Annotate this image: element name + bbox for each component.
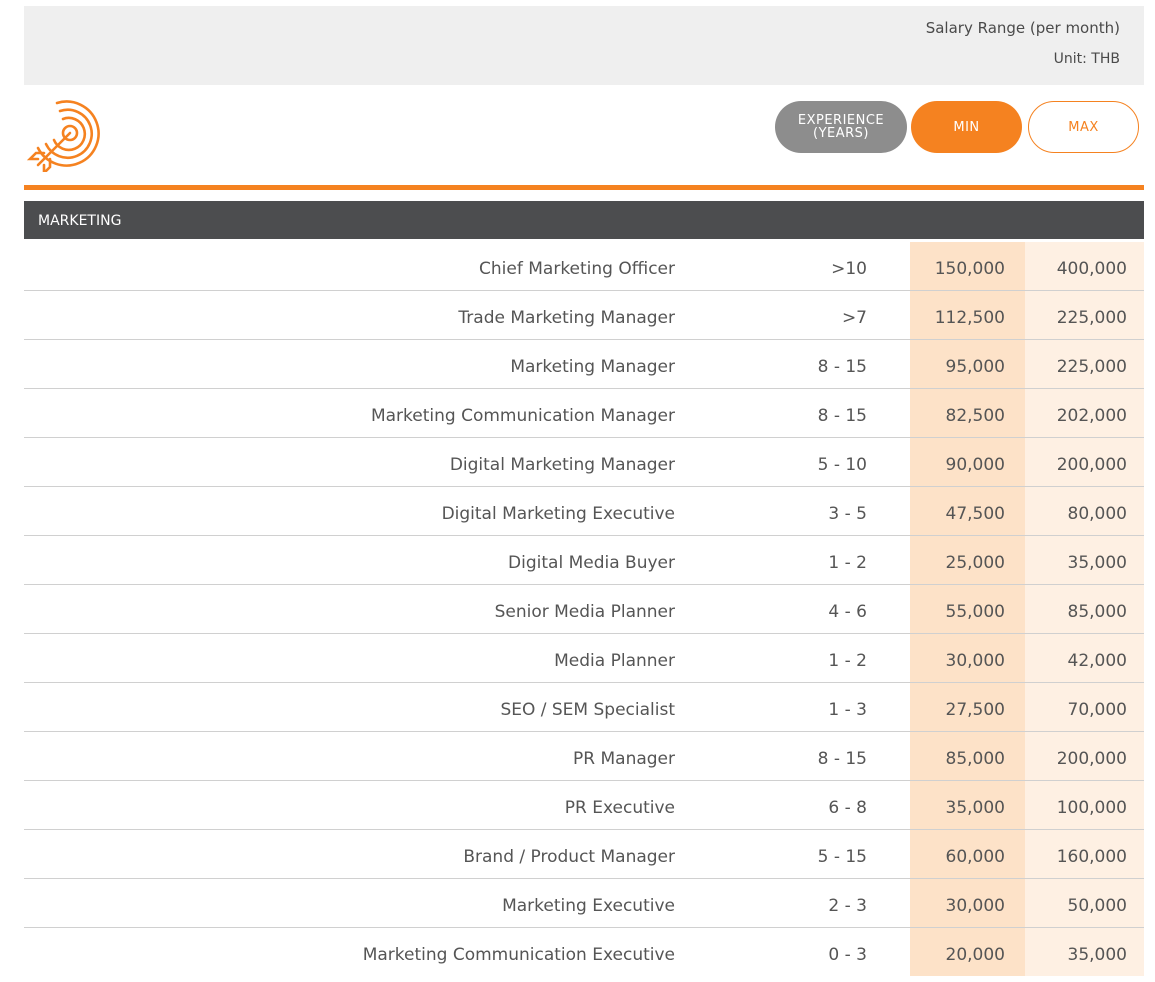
max-salary: 400,000 bbox=[1025, 242, 1144, 290]
job-title: PR Executive bbox=[564, 798, 675, 818]
experience-value: 0 - 3 bbox=[828, 945, 867, 965]
table-row: Digital Marketing Executive 3 - 5 47,500 80… bbox=[24, 487, 1144, 536]
max-salary: 200,000 bbox=[1025, 732, 1144, 780]
max-salary: 225,000 bbox=[1025, 291, 1144, 339]
experience-value: 1 - 2 bbox=[828, 553, 867, 573]
job-title: Media Planner bbox=[554, 651, 675, 671]
min-salary: 20,000 bbox=[910, 928, 1025, 976]
experience-legend-line2: (YEARS) bbox=[813, 126, 869, 141]
divider bbox=[24, 185, 1144, 190]
min-salary: 82,500 bbox=[910, 389, 1025, 437]
table-row: Chief Marketing Officer >10 150,000 400,000 bbox=[24, 242, 1144, 291]
min-salary: 112,500 bbox=[910, 291, 1025, 339]
job-title: Chief Marketing Officer bbox=[479, 259, 675, 279]
experience-value: 8 - 15 bbox=[817, 357, 867, 377]
job-title: Marketing Communication Executive bbox=[362, 945, 675, 965]
experience-value: 6 - 8 bbox=[828, 798, 867, 818]
max-salary: 70,000 bbox=[1025, 683, 1144, 731]
table-row: PR Executive 6 - 8 35,000 100,000 bbox=[24, 781, 1144, 830]
max-salary: 35,000 bbox=[1025, 928, 1144, 976]
max-salary: 35,000 bbox=[1025, 536, 1144, 584]
min-salary: 47,500 bbox=[910, 487, 1025, 535]
min-salary: 150,000 bbox=[910, 242, 1025, 290]
min-salary: 95,000 bbox=[910, 340, 1025, 388]
min-salary: 30,000 bbox=[910, 879, 1025, 927]
table-row: Brand / Product Manager 5 - 15 60,000 160,0… bbox=[24, 830, 1144, 879]
max-legend: MAX bbox=[1028, 101, 1139, 153]
max-salary: 50,000 bbox=[1025, 879, 1144, 927]
job-title: Digital Marketing Executive bbox=[441, 504, 675, 524]
table-row: Digital Media Buyer 1 - 2 25,000 35,000 bbox=[24, 536, 1144, 585]
max-salary: 160,000 bbox=[1025, 830, 1144, 878]
min-salary: 30,000 bbox=[910, 634, 1025, 682]
max-salary: 225,000 bbox=[1025, 340, 1144, 388]
max-salary: 42,000 bbox=[1025, 634, 1144, 682]
job-title: SEO / SEM Specialist bbox=[500, 700, 675, 720]
experience-value: 2 - 3 bbox=[828, 896, 867, 916]
experience-value: 1 - 2 bbox=[828, 651, 867, 671]
section-header: MARKETING bbox=[24, 201, 1144, 239]
unit-label: Unit: THB bbox=[1053, 51, 1120, 67]
job-title: Digital Marketing Manager bbox=[449, 455, 675, 475]
section-title: MARKETING bbox=[38, 213, 122, 229]
target-arrow-icon bbox=[26, 100, 100, 172]
experience-value: 4 - 6 bbox=[828, 602, 867, 622]
max-salary: 100,000 bbox=[1025, 781, 1144, 829]
table-row: Marketing Communication Executive 0 - 3 20… bbox=[24, 928, 1144, 976]
experience-value: 3 - 5 bbox=[828, 504, 867, 524]
max-salary: 85,000 bbox=[1025, 585, 1144, 633]
table-row: SEO / SEM Specialist 1 - 3 27,500 70,000 bbox=[24, 683, 1144, 732]
experience-value: 1 - 3 bbox=[828, 700, 867, 720]
min-salary: 25,000 bbox=[910, 536, 1025, 584]
job-title: PR Manager bbox=[573, 749, 675, 769]
min-salary: 35,000 bbox=[910, 781, 1025, 829]
table-row: Digital Marketing Manager 5 - 10 90,000 200… bbox=[24, 438, 1144, 487]
table-row: Marketing Communication Manager 8 - 15 82,… bbox=[24, 389, 1144, 438]
experience-value: 8 - 15 bbox=[817, 406, 867, 426]
job-title: Digital Media Buyer bbox=[508, 553, 675, 573]
job-title: Marketing Manager bbox=[510, 357, 675, 377]
table-row: Senior Media Planner 4 - 6 55,000 85,000 bbox=[24, 585, 1144, 634]
min-salary: 27,500 bbox=[910, 683, 1025, 731]
salary-range-label: Salary Range (per month) bbox=[925, 19, 1120, 37]
max-salary: 200,000 bbox=[1025, 438, 1144, 486]
experience-value: >10 bbox=[831, 259, 867, 279]
min-salary: 90,000 bbox=[910, 438, 1025, 486]
experience-value: 5 - 15 bbox=[817, 847, 867, 867]
max-salary: 202,000 bbox=[1025, 389, 1144, 437]
salary-table: Chief Marketing Officer >10 150,000 400,000… bbox=[24, 242, 1144, 976]
salary-range-banner: Salary Range (per month) Unit: THB bbox=[24, 6, 1144, 85]
table-row: Trade Marketing Manager >7 112,500 225,000 bbox=[24, 291, 1144, 340]
min-salary: 60,000 bbox=[910, 830, 1025, 878]
experience-years-legend: EXPERIENCE (YEARS) bbox=[775, 101, 907, 153]
experience-value: 5 - 10 bbox=[817, 455, 867, 475]
table-row: Marketing Manager 8 - 15 95,000 225,000 bbox=[24, 340, 1144, 389]
job-title: Brand / Product Manager bbox=[463, 847, 675, 867]
min-salary: 85,000 bbox=[910, 732, 1025, 780]
job-title: Marketing Executive bbox=[502, 896, 675, 916]
min-salary: 55,000 bbox=[910, 585, 1025, 633]
table-row: Media Planner 1 - 2 30,000 42,000 bbox=[24, 634, 1144, 683]
job-title: Trade Marketing Manager bbox=[458, 308, 675, 328]
job-title: Senior Media Planner bbox=[494, 602, 675, 622]
table-row: Marketing Executive 2 - 3 30,000 50,000 bbox=[24, 879, 1144, 928]
experience-value: 8 - 15 bbox=[817, 749, 867, 769]
job-title: Marketing Communication Manager bbox=[370, 406, 675, 426]
min-legend: MIN bbox=[911, 101, 1022, 153]
experience-value: >7 bbox=[841, 308, 867, 328]
max-salary: 80,000 bbox=[1025, 487, 1144, 535]
table-row: PR Manager 8 - 15 85,000 200,000 bbox=[24, 732, 1144, 781]
